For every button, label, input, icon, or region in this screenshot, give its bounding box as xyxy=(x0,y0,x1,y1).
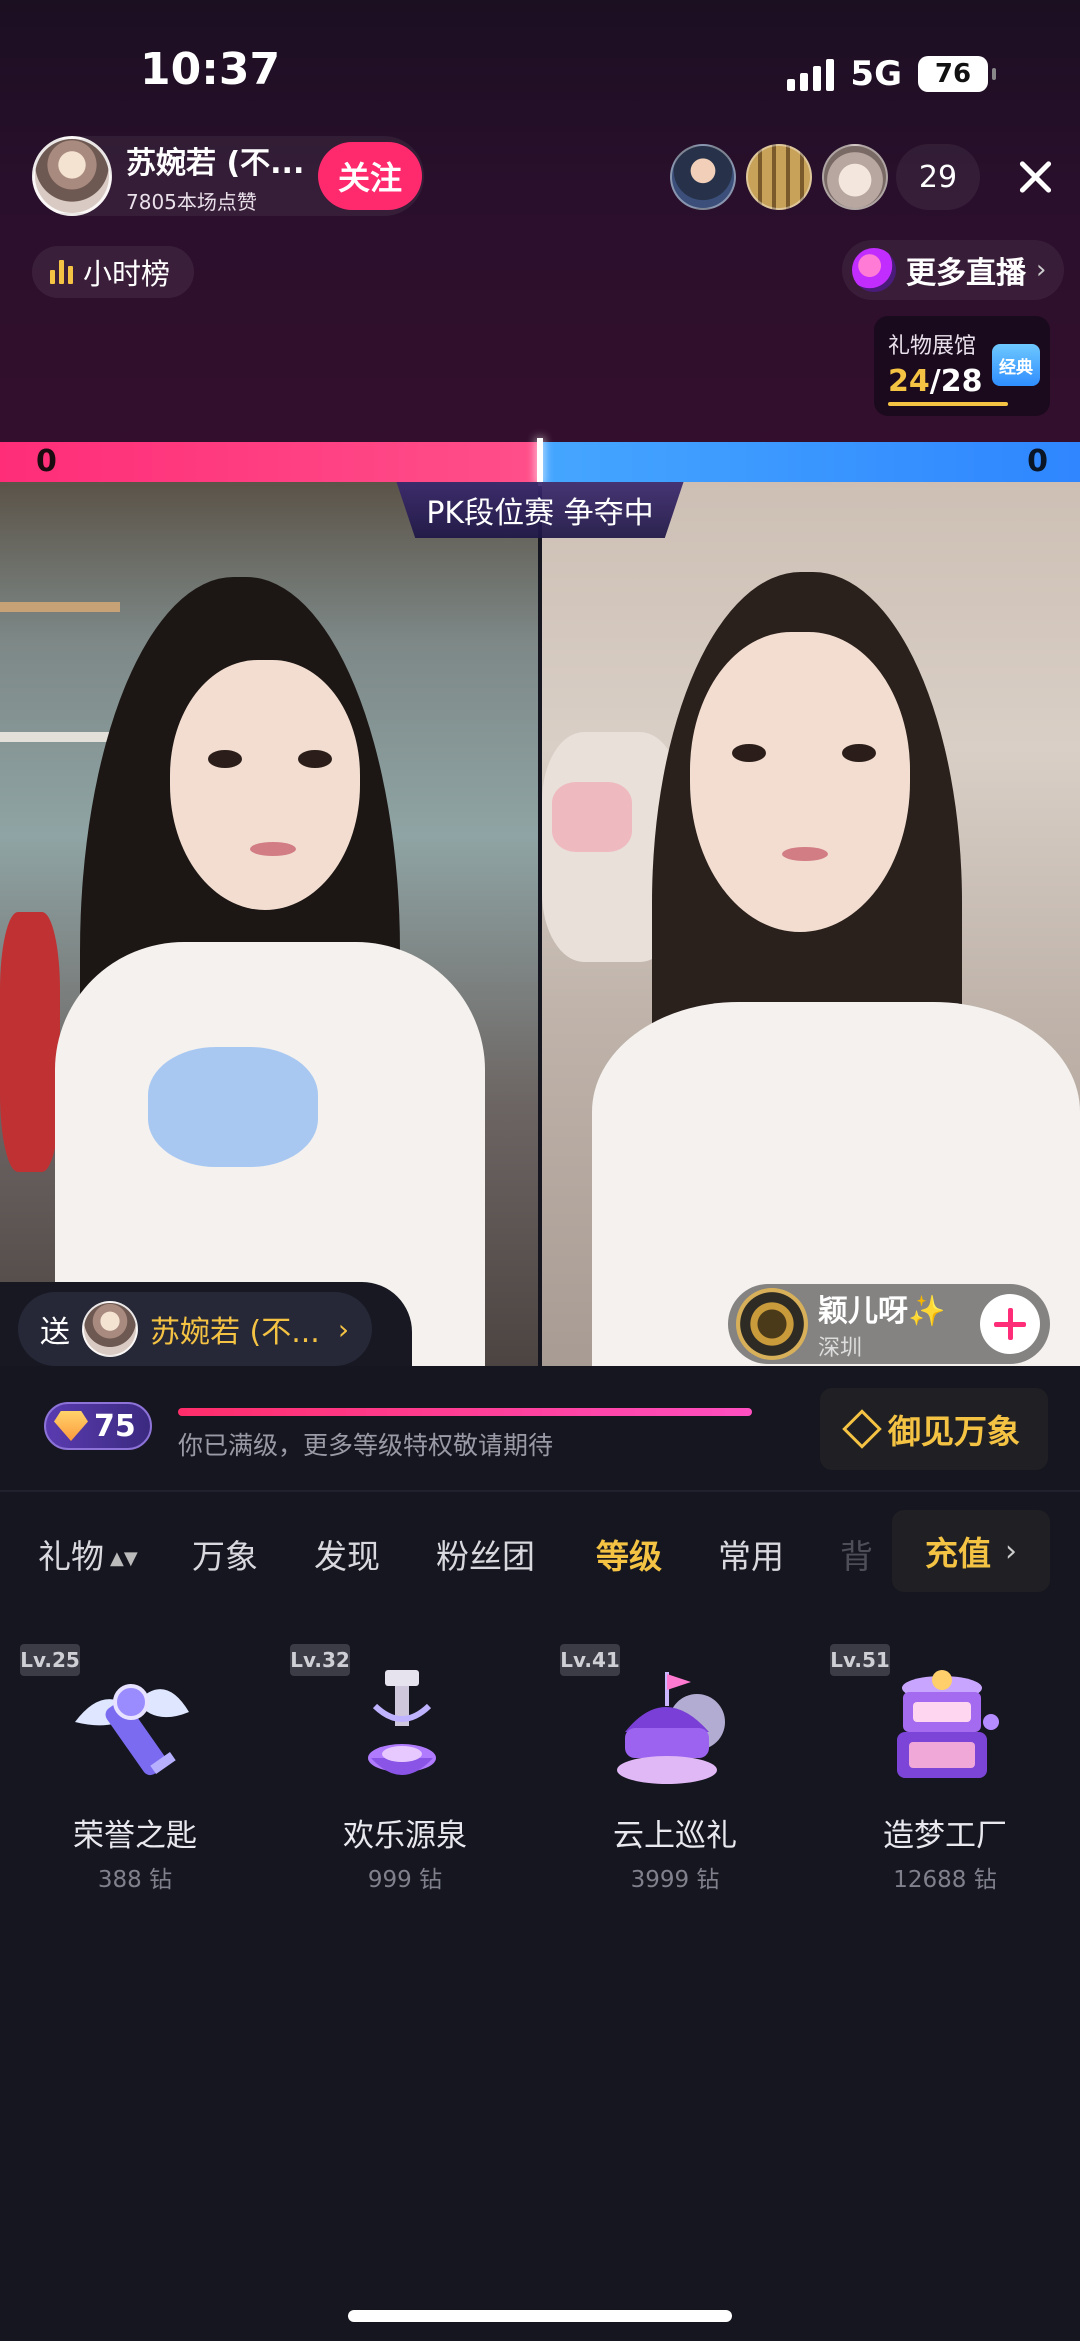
opponent-video-feed[interactable] xyxy=(542,482,1080,1368)
gift-hall-total: /28 xyxy=(929,364,983,399)
pk-score-right: 0 xyxy=(1027,444,1048,479)
chevron-right-icon: › xyxy=(1036,255,1047,285)
eye-shape xyxy=(208,750,242,768)
host-likes: 7805本场点赞 xyxy=(126,189,257,214)
battery-level: 76 xyxy=(934,59,972,89)
pk-title-banner: PK段位赛 争夺中 xyxy=(396,482,684,538)
status-indicators: 5G 76 xyxy=(787,54,996,94)
host-name: 苏婉若 (不... xyxy=(126,145,305,181)
gift-name: 造梦工厂 xyxy=(883,1818,1007,1854)
network-type: 5G xyxy=(850,54,902,94)
status-time: 10:37 xyxy=(140,44,281,95)
rank-bars-icon xyxy=(50,260,73,284)
pk-bar-divider xyxy=(537,438,543,486)
send-label: 送 xyxy=(40,1315,70,1350)
tab-gift[interactable]: 礼物 ▲▼ xyxy=(38,1530,138,1578)
level-hint: 你已满级，更多等级特权敬请期待 xyxy=(178,1431,554,1460)
recipient-name: 苏婉若 (不... xyxy=(150,1315,320,1350)
honor-key-icon xyxy=(75,1684,189,1776)
gift-price: 999 钻 xyxy=(367,1867,443,1893)
host-video-feed[interactable] xyxy=(0,482,538,1368)
tab-frequent[interactable]: 常用 xyxy=(718,1530,784,1578)
face-shape xyxy=(170,660,360,910)
yujian-label: 御见万象 xyxy=(888,1412,1020,1451)
top-viewers[interactable] xyxy=(670,144,888,210)
gift-item[interactable]: Lv.25 荣誉之匙 388 钻 xyxy=(0,1644,250,1904)
pk-bar-left xyxy=(0,442,538,482)
home-indicator[interactable] xyxy=(348,2310,732,2322)
diamond-icon xyxy=(842,1409,882,1449)
viewer-avatar[interactable] xyxy=(670,144,736,210)
opponent-city: 深圳 xyxy=(818,1336,863,1361)
recipient-avatar xyxy=(82,1301,138,1357)
background-object xyxy=(0,912,60,1172)
level-progress-fill xyxy=(178,1408,752,1416)
follow-plus-icon[interactable] xyxy=(980,1294,1040,1354)
gift-hall-progress xyxy=(888,402,1008,406)
lip-shape xyxy=(250,842,296,856)
gem-icon xyxy=(54,1411,88,1441)
tab-label: 礼物 xyxy=(38,1537,104,1576)
gift-hall-current: 24 xyxy=(888,364,930,399)
chevron-right-icon: › xyxy=(1005,1533,1017,1569)
sparkle-icon: ✨ xyxy=(908,1294,946,1329)
battery-icon: 76 xyxy=(918,56,996,92)
gift-name: 欢乐源泉 xyxy=(343,1818,467,1854)
gift-item[interactable]: Lv.41 云上巡礼 3999 钻 xyxy=(540,1644,790,1904)
divider xyxy=(0,1490,1080,1492)
gift-name: 荣誉之匙 xyxy=(73,1818,197,1854)
tab-backpack[interactable]: 背 xyxy=(840,1530,873,1578)
pk-score-left: 0 xyxy=(36,444,57,479)
send-target-selector[interactable]: 送 苏婉若 (不... › xyxy=(18,1292,372,1366)
tab-fan-club[interactable]: 粉丝团 xyxy=(436,1530,535,1578)
opponent-info[interactable]: 颖儿呀✨ 深圳 xyxy=(728,1284,1050,1364)
more-live-button[interactable]: 更多直播 › xyxy=(842,240,1064,300)
tab-wanxiang[interactable]: 万象 xyxy=(192,1530,258,1578)
gift-item[interactable]: Lv.32 欢乐源泉 999 钻 xyxy=(270,1644,520,1904)
follow-button[interactable]: 关注 xyxy=(318,142,422,210)
opponent-name: 颖儿呀 xyxy=(818,1294,908,1329)
host-avatar[interactable] xyxy=(32,136,112,216)
eye-shape xyxy=(732,744,766,762)
lip-shape xyxy=(782,847,828,861)
background-object xyxy=(552,782,632,852)
pk-bar-right xyxy=(542,442,1080,482)
gift-hall-widget[interactable]: 礼物展馆 24/28 经典 xyxy=(874,316,1050,416)
planet-icon xyxy=(852,248,896,292)
gift-name: 云上巡礼 xyxy=(613,1818,737,1854)
face-shape xyxy=(690,632,910,932)
level-badge: 75 xyxy=(44,1402,152,1450)
viewer-avatar[interactable] xyxy=(822,144,888,210)
signal-icon xyxy=(787,57,835,91)
tab-level[interactable]: 等级 xyxy=(596,1530,662,1578)
bow-shape xyxy=(148,1047,318,1167)
gift-item[interactable]: Lv.51 造梦工厂 12688 钻 xyxy=(810,1644,1060,1904)
more-live-label: 更多直播 xyxy=(906,256,1026,291)
sort-icon: ▲▼ xyxy=(110,1548,138,1569)
background-shelf xyxy=(0,602,120,612)
chevron-right-icon: › xyxy=(337,1312,350,1346)
viewer-count[interactable]: 29 xyxy=(896,144,980,210)
cloud-ship-icon xyxy=(617,1672,725,1784)
close-icon[interactable] xyxy=(1010,152,1060,202)
gift-price: 12688 钻 xyxy=(893,1867,997,1893)
viewer-avatar[interactable] xyxy=(746,144,812,210)
hourly-rank-label: 小时榜 xyxy=(83,257,171,291)
opponent-avatar xyxy=(736,1288,808,1360)
hourly-rank-button[interactable]: 小时榜 xyxy=(32,246,194,298)
eye-shape xyxy=(842,744,876,762)
level-value: 75 xyxy=(94,1408,136,1444)
dream-factory-icon xyxy=(897,1670,999,1778)
classic-badge: 经典 xyxy=(992,344,1040,386)
joy-fountain-icon xyxy=(368,1670,436,1775)
gift-price: 388 钻 xyxy=(97,1867,173,1893)
recharge-label: 充值 xyxy=(925,1534,991,1573)
gift-price: 3999 钻 xyxy=(630,1867,720,1893)
recharge-button[interactable]: 充值 › xyxy=(892,1510,1050,1592)
yujian-wanxiang-button[interactable]: 御见万象 xyxy=(820,1388,1048,1470)
tab-discover[interactable]: 发现 xyxy=(314,1530,380,1578)
eye-shape xyxy=(298,750,332,768)
